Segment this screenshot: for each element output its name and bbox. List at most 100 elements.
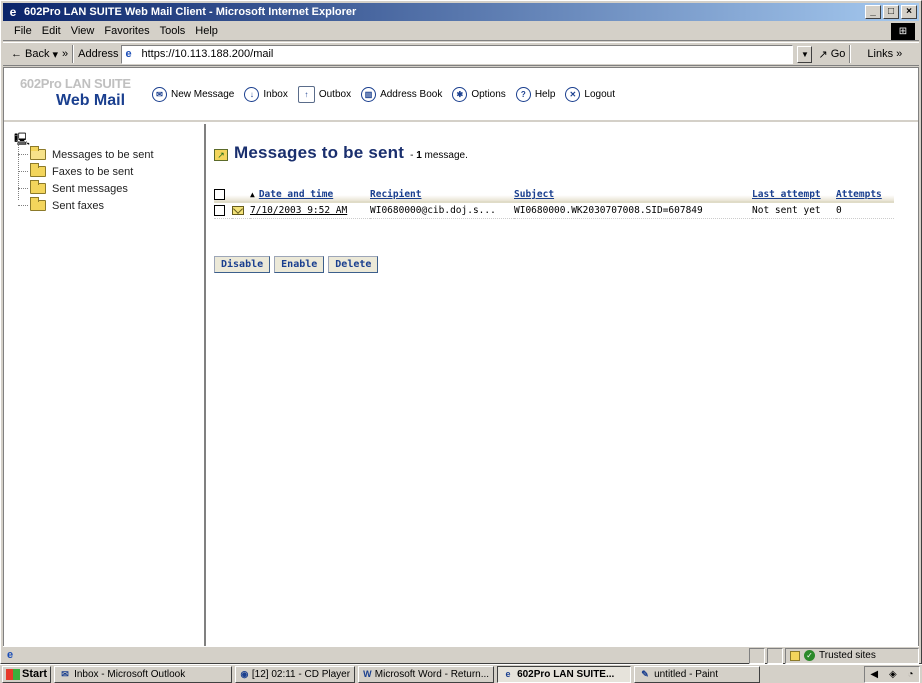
windows-flag-icon bbox=[6, 668, 20, 680]
go-button[interactable]: ↗ Go bbox=[818, 48, 845, 61]
column-last-attempt[interactable]: Last attempt bbox=[752, 188, 836, 203]
menu-edit[interactable]: Edit bbox=[37, 25, 66, 37]
column-date[interactable]: ▲ Date and time bbox=[250, 188, 370, 203]
network-icon[interactable]: ◈ bbox=[889, 669, 897, 680]
speaker-icon[interactable]: ◀ bbox=[870, 669, 878, 680]
row-checkbox[interactable] bbox=[214, 205, 225, 216]
menu-tools[interactable]: Tools bbox=[155, 25, 191, 37]
start-button[interactable]: Start bbox=[2, 665, 52, 683]
windows-logo-icon: ⊞ bbox=[891, 23, 915, 40]
column-recipient[interactable]: Recipient bbox=[370, 188, 514, 203]
address-toolbar: ← Back ▾ » Address e https://10.113.188.… bbox=[3, 42, 919, 66]
tree-item-faxes-to-be-sent[interactable]: Faxes to be sent bbox=[18, 163, 154, 180]
tree-item-messages-to-be-sent[interactable]: Messages to be sent bbox=[18, 146, 154, 163]
close-button[interactable]: × bbox=[901, 5, 917, 19]
nav-label: Help bbox=[534, 88, 556, 100]
title-bar[interactable]: e 602Pro LAN SUITE Web Mail Client - Mic… bbox=[3, 3, 919, 21]
task-label: Microsoft Word - Return... bbox=[374, 668, 490, 680]
disable-button[interactable]: Disable bbox=[214, 256, 271, 273]
inbox-icon: ↓ bbox=[244, 86, 260, 102]
address-input[interactable]: e https://10.113.188.200/mail bbox=[121, 44, 794, 64]
logout-icon: ✕ bbox=[565, 86, 581, 102]
tree-item-label: Messages to be sent bbox=[52, 148, 154, 161]
menu-view[interactable]: View bbox=[66, 25, 100, 37]
message-pane: ↗ Messages to be sent - 1 message. ▲ Date… bbox=[208, 124, 918, 646]
column-attempts[interactable]: Attempts bbox=[836, 188, 894, 203]
nav-outbox[interactable]: ↑ Outbox bbox=[297, 85, 352, 103]
minimize-button[interactable]: _ bbox=[865, 5, 881, 19]
zone-label: Trusted sites bbox=[819, 650, 876, 661]
window-controls: _ □ × bbox=[865, 5, 917, 19]
browser-window: e 602Pro LAN SUITE Web Mail Client - Mic… bbox=[0, 0, 922, 664]
envelope-icon bbox=[232, 206, 244, 215]
security-zone[interactable]: ✓ Trusted sites bbox=[785, 647, 919, 664]
folder-icon bbox=[30, 197, 46, 211]
address-label: Address bbox=[78, 48, 119, 60]
row-select-cell bbox=[214, 202, 232, 219]
select-all-checkbox[interactable] bbox=[214, 189, 225, 200]
cell-date[interactable]: 7/10/2003 9:52 AM bbox=[250, 202, 370, 219]
menu-favorites[interactable]: Favorites bbox=[99, 25, 154, 37]
nav-address-book[interactable]: ▥ Address Book bbox=[361, 86, 442, 102]
nav-options[interactable]: ✱ Options bbox=[452, 86, 506, 102]
maximize-button[interactable]: □ bbox=[883, 5, 899, 19]
nav-inbox[interactable]: ↓ Inbox bbox=[244, 86, 288, 102]
tree-item-sent-faxes[interactable]: Sent faxes bbox=[18, 197, 154, 214]
back-arrow-icon: ← bbox=[11, 48, 22, 60]
page-title: Messages to be sent bbox=[234, 143, 405, 162]
delete-button[interactable]: Delete bbox=[328, 256, 379, 273]
links-chevron: » bbox=[896, 48, 903, 60]
sort-ascending-icon: ▲ bbox=[250, 190, 255, 199]
folder-icon bbox=[30, 180, 46, 194]
nav-logout[interactable]: ✕ Logout bbox=[565, 86, 615, 102]
folder-icon bbox=[30, 163, 46, 177]
cd-player-icon: ◉ bbox=[240, 668, 249, 679]
logo-bottom-text: Web Mail bbox=[56, 92, 126, 109]
webmail-header: 602Pro LAN SUITE Web Mail ✉ New Message … bbox=[4, 68, 918, 122]
tree-item-label: Sent messages bbox=[52, 182, 128, 195]
nav-help[interactable]: ? Help bbox=[515, 86, 556, 102]
nav-label: New Message bbox=[171, 88, 235, 100]
date-link[interactable]: 7/10/2003 9:52 AM bbox=[250, 205, 347, 216]
nav-label: Logout bbox=[584, 88, 615, 100]
clock-icon[interactable]: ◔ bbox=[908, 669, 914, 680]
action-buttons: Disable Enable Delete bbox=[214, 256, 379, 273]
task-label: untitled - Paint bbox=[654, 668, 718, 680]
outbox-folder-icon: ↗ bbox=[214, 149, 228, 161]
column-label: Attempts bbox=[836, 189, 882, 200]
dropdown-arrow-icon: ▾ bbox=[52, 48, 58, 61]
icon-column-header bbox=[232, 188, 250, 203]
back-label: Back bbox=[25, 48, 50, 60]
table-row[interactable]: 7/10/2003 9:52 AM WI0680000@cib.doj.s...… bbox=[214, 202, 894, 219]
ie-status-icon: e bbox=[7, 648, 14, 661]
task-outlook[interactable]: ✉ Inbox - Microsoft Outlook bbox=[54, 665, 233, 683]
paint-icon: ✎ bbox=[641, 668, 649, 679]
system-tray: ◀ ◈ ◔ bbox=[864, 665, 920, 683]
row-icon-cell bbox=[232, 202, 250, 219]
nav-label: Inbox bbox=[263, 88, 288, 100]
task-cd-player[interactable]: ◉ [12] 02:11 - CD Player bbox=[235, 665, 356, 683]
message-count: - 1 message. bbox=[410, 150, 468, 161]
toolbar-chevron[interactable]: » bbox=[62, 48, 68, 60]
nav-new-message[interactable]: ✉ New Message bbox=[152, 86, 235, 102]
new-message-icon: ✉ bbox=[152, 86, 167, 102]
nav-label: Outbox bbox=[318, 88, 352, 100]
task-paint[interactable]: ✎ untitled - Paint bbox=[634, 665, 761, 683]
tree-item-sent-messages[interactable]: Sent messages bbox=[18, 180, 154, 197]
column-label: Subject bbox=[514, 189, 555, 200]
webmail-nav: ✉ New Message ↓ Inbox ↑ Outbox ▥ Address… bbox=[152, 85, 615, 103]
task-word[interactable]: W Microsoft Word - Return... bbox=[358, 665, 495, 683]
status-panel-blank bbox=[767, 647, 783, 664]
word-icon: W bbox=[363, 669, 372, 679]
ie-window-icon[interactable]: e bbox=[6, 5, 20, 19]
column-subject[interactable]: Subject bbox=[514, 188, 752, 203]
tree-item-label: Faxes to be sent bbox=[52, 165, 134, 178]
menu-help[interactable]: Help bbox=[190, 25, 223, 37]
menu-file[interactable]: File bbox=[9, 25, 37, 37]
back-button[interactable]: ← Back ▾ bbox=[7, 48, 62, 61]
links-button[interactable]: Links » bbox=[867, 48, 902, 60]
logo-top-text: 602Pro LAN SUITE bbox=[20, 76, 131, 91]
task-602pro[interactable]: e 602Pro LAN SUITE... bbox=[497, 665, 632, 683]
address-dropdown-button[interactable]: ▼ bbox=[797, 45, 813, 63]
enable-button[interactable]: Enable bbox=[274, 256, 325, 273]
